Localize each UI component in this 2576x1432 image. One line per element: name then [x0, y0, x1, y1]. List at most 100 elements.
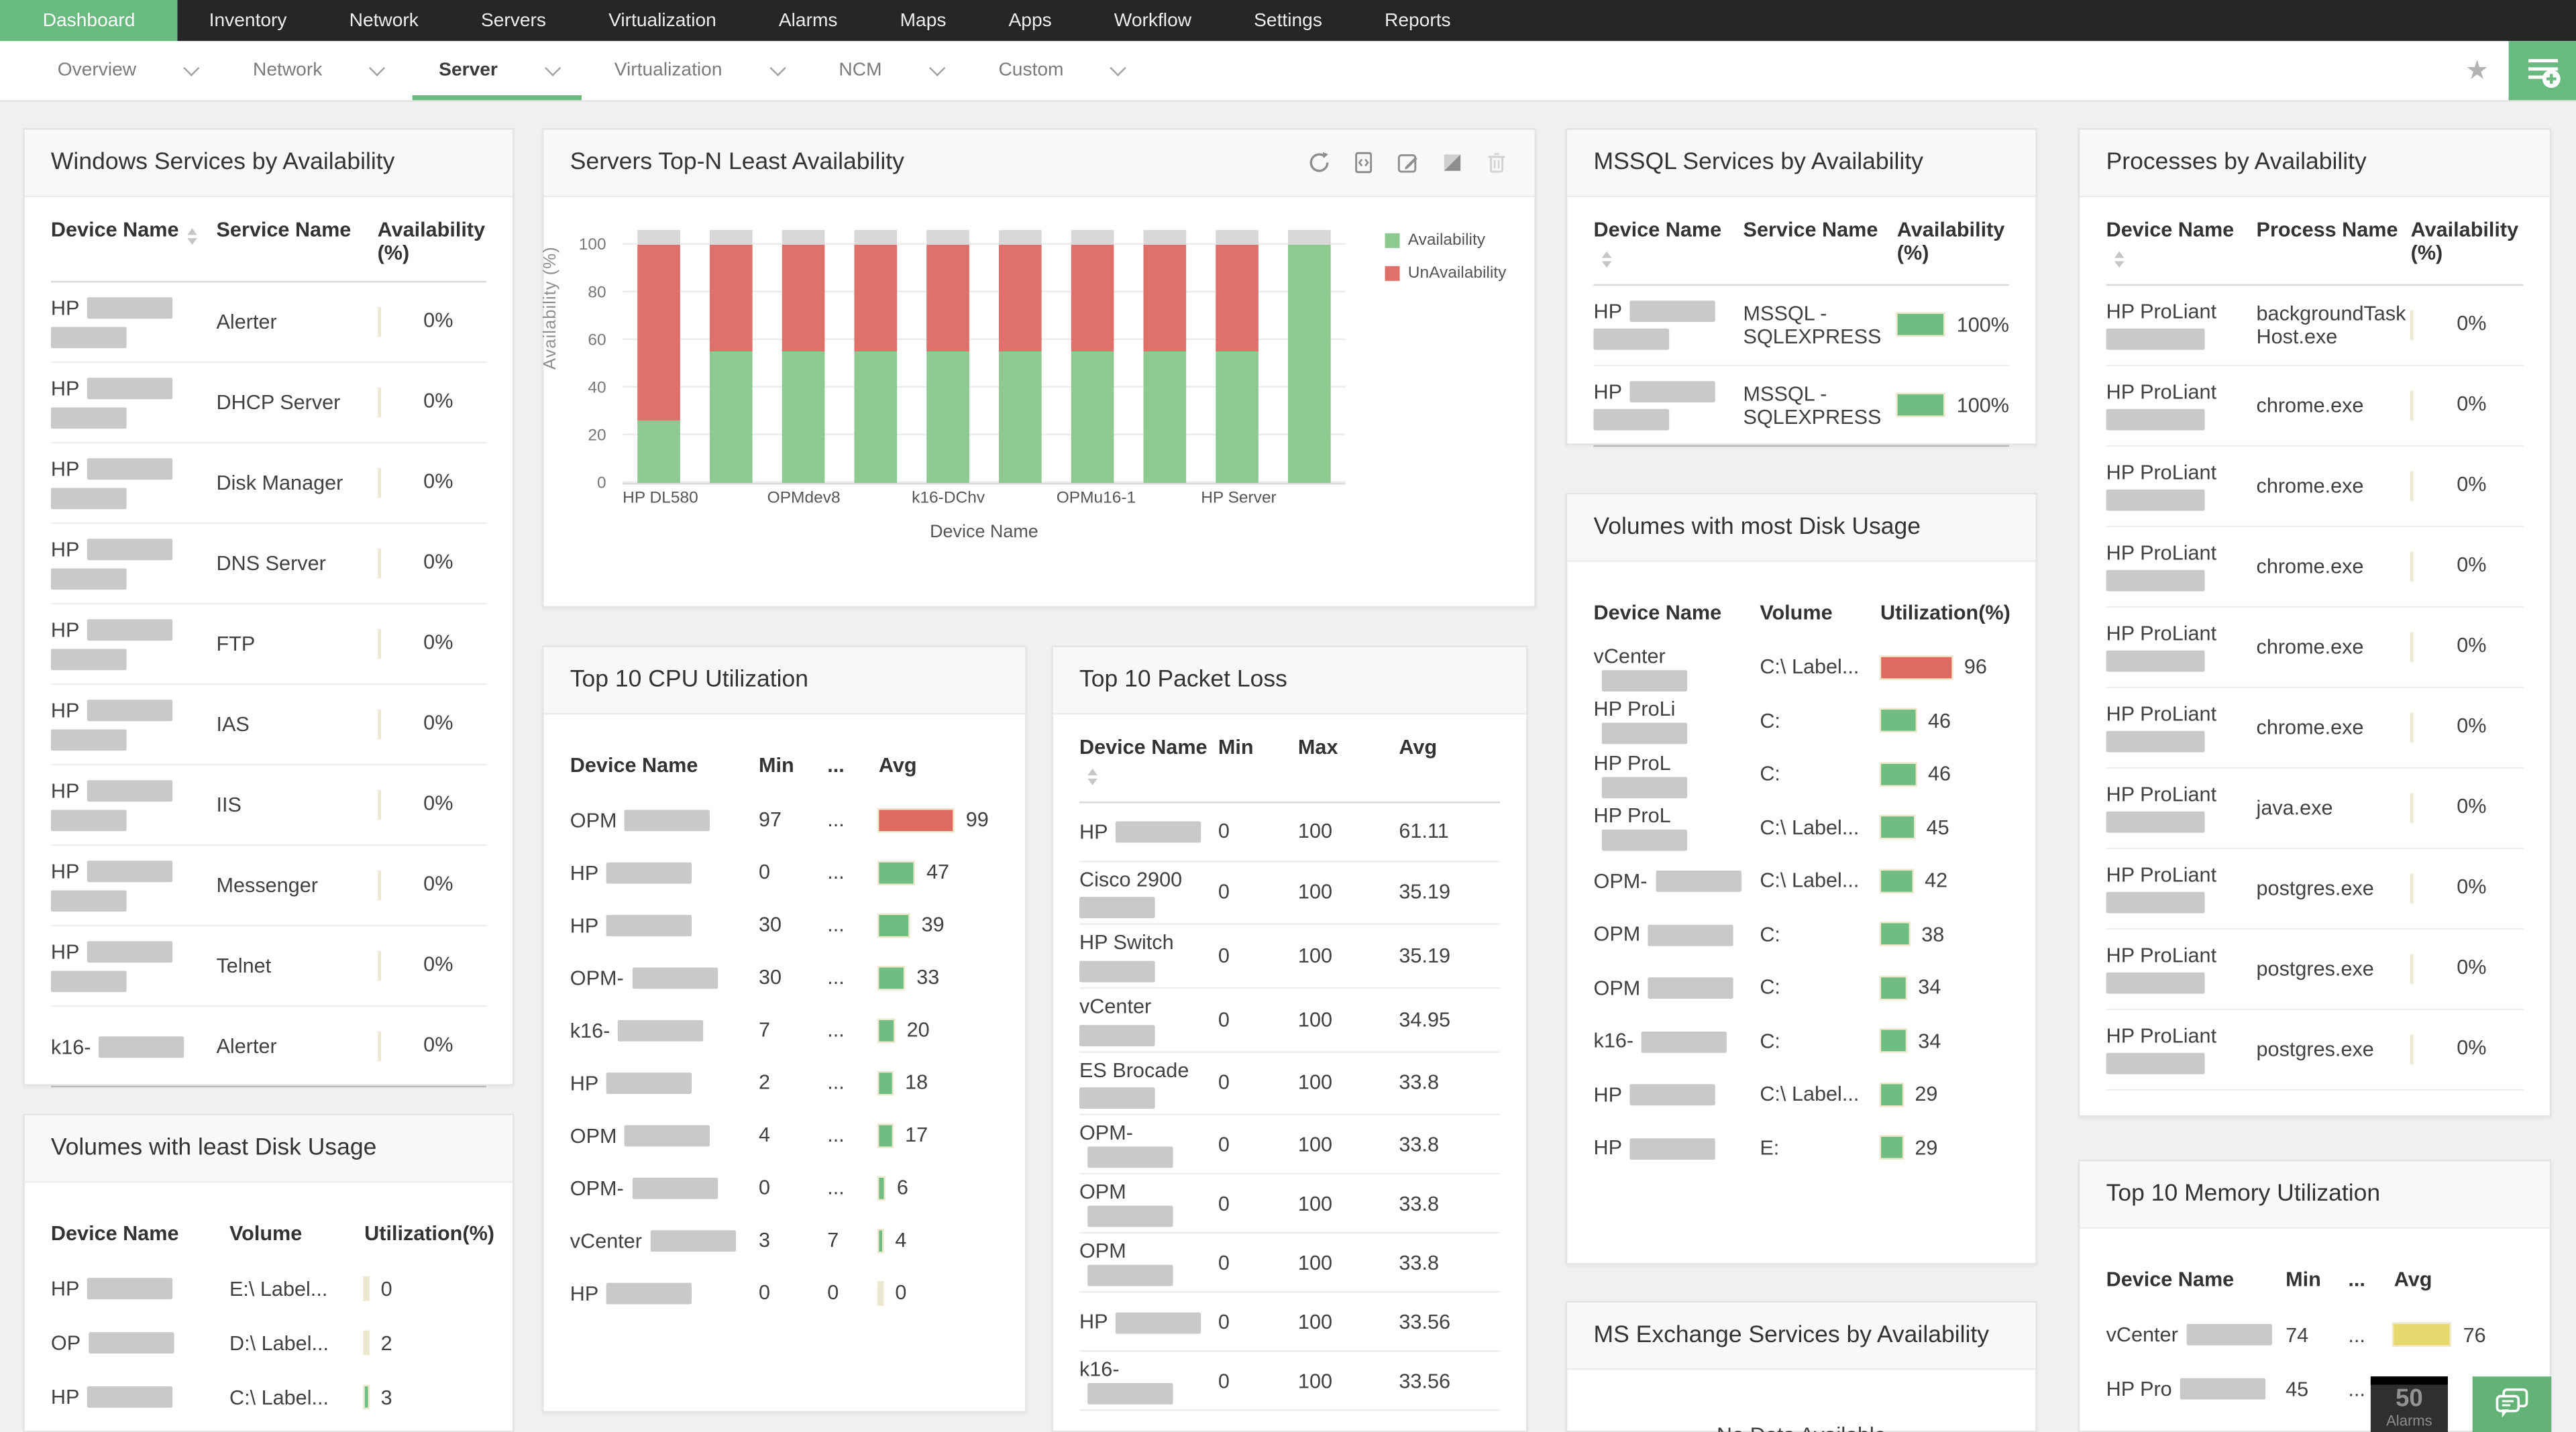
table-row[interactable]: HP Pro 45... [2106, 1362, 2524, 1416]
contrast-view-icon[interactable] [1441, 151, 1464, 174]
table-row[interactable]: HP ProLiant java.exe 0% [2106, 768, 2524, 848]
table-row[interactable]: HP 2... 18 [570, 1056, 999, 1109]
table-row[interactable]: HP Switch 0 100 35.19 [1079, 925, 1500, 989]
chevron-down-icon[interactable] [928, 60, 945, 76]
table-row[interactable]: k16- 7... 20 [570, 1003, 999, 1056]
table-row[interactable]: OP D:\ Label... 2 [51, 1316, 486, 1370]
table-row[interactable]: vCenter 3 7 4 [570, 1214, 999, 1266]
table-row[interactable]: HP C:\ Label... 29 [1594, 1068, 2010, 1121]
table-row[interactable]: HP 0 0 0 [570, 1266, 999, 1319]
table-row[interactable]: HP C:\ Label... 3 [51, 1370, 486, 1424]
table-row[interactable]: OPM- C:\ Label... 42 [1594, 854, 2010, 907]
chart-bar-opmdev8[interactable] [767, 230, 840, 484]
table-row[interactable]: OPM 0 100 33.8 [1079, 1175, 1500, 1234]
table-row[interactable]: HP ProLiant chrome.exe 0% [2106, 366, 2524, 446]
edit-widget-icon[interactable] [1397, 151, 1419, 174]
table-row[interactable]: HP 0... 47 [570, 846, 999, 898]
chart-bar-bar-6[interactable] [984, 230, 1057, 484]
chevron-down-icon[interactable] [183, 60, 200, 76]
table-row[interactable]: HP Telnet 0% [50, 926, 486, 1007]
column-header-device-name[interactable]: Device Name [1079, 736, 1218, 785]
add-widget-button[interactable] [2508, 41, 2576, 101]
nav-item-maps[interactable]: Maps [869, 0, 977, 41]
tab-network[interactable]: Network [223, 41, 409, 100]
table-row[interactable]: k16- C: 34 [1594, 1014, 2010, 1068]
table-row[interactable]: HP Messenger 0% [50, 846, 486, 927]
favorite-star-icon[interactable]: ★ [2446, 41, 2509, 100]
nav-item-servers[interactable]: Servers [449, 0, 577, 41]
chevron-down-icon[interactable] [1110, 60, 1127, 76]
table-row[interactable]: HP ProLiant chrome.exe 0% [2106, 687, 2524, 768]
chart-bar-hp-server[interactable] [1201, 230, 1273, 484]
nav-item-alarms[interactable]: Alarms [747, 0, 869, 41]
table-row[interactable]: k16- Alerter 0% [50, 1007, 486, 1088]
table-row[interactable]: vCenter 0 100 34.95 [1079, 989, 1500, 1052]
nav-item-apps[interactable]: Apps [977, 0, 1083, 41]
table-row[interactable]: HP ProL C:\ Label... 45 [1594, 801, 2010, 855]
table-row[interactable]: HP 30... 39 [570, 899, 999, 951]
table-row[interactable]: HP Alerter 0% [50, 282, 486, 364]
table-row[interactable]: HP MSSQL - SQLEXPRESS 100% [1593, 285, 2010, 366]
sort-icon[interactable] [1601, 251, 1612, 267]
tab-virtualization[interactable]: Virtualization [585, 41, 810, 100]
chart-bar-opmu16-1[interactable] [1057, 230, 1129, 484]
table-row[interactable]: HP DNS Server 0% [50, 524, 486, 605]
delete-widget-icon[interactable] [1485, 151, 1508, 174]
chart-bar-bar-8[interactable] [1128, 230, 1201, 484]
table-row[interactable]: HP IIS 0% [50, 765, 486, 846]
chart-bar-bar-2[interactable] [695, 230, 767, 484]
tab-overview[interactable]: Overview [28, 41, 223, 100]
export-report-icon[interactable] [1352, 151, 1375, 174]
chart-bar-hp-dl580[interactable] [623, 230, 695, 484]
table-row[interactable]: OPM- 0 100 33.8 [1079, 1116, 1500, 1175]
table-row[interactable]: Cisco 2900 0 100 35.19 [1079, 861, 1500, 926]
table-row[interactable]: OPM- 30... 33 [570, 951, 999, 1003]
table-row[interactable]: OPM C: 38 [1594, 907, 2010, 961]
table-row[interactable]: ES Brocade 0 100 33.8 [1079, 1052, 1500, 1116]
table-row[interactable]: HP ProLiant chrome.exe 0% [2106, 446, 2524, 527]
table-row[interactable]: HP DHCP Server 0% [50, 363, 486, 444]
table-row[interactable]: HP 0 100 61.11 [1079, 802, 1500, 862]
sort-icon[interactable] [186, 228, 197, 244]
table-row[interactable]: vCenter C:\ Label... 96 [1594, 641, 2010, 694]
table-row[interactable]: vCenter 74... 76 [2106, 1307, 2524, 1362]
table-row[interactable]: HP MSSQL - SQLEXPRESS 100% [1593, 366, 2010, 446]
table-row[interactable]: HP FTP 0% [50, 604, 486, 685]
nav-item-dashboard[interactable]: Dashboard [0, 0, 178, 42]
table-row[interactable]: OPM 0 100 33.8 [1079, 1234, 1500, 1294]
alarms-badge[interactable]: 50 Alarms [2370, 1376, 2448, 1432]
tab-ncm[interactable]: NCM [809, 41, 969, 100]
column-header-device-name[interactable]: Device Name [2106, 219, 2257, 267]
column-header-device-name[interactable]: Device Name [51, 219, 217, 265]
tab-custom[interactable]: Custom [969, 41, 1150, 100]
chevron-down-icon[interactable] [369, 60, 386, 76]
nav-item-reports[interactable]: Reports [1353, 0, 1482, 41]
table-row[interactable]: HP IAS 0% [50, 685, 486, 766]
chart-bar-bar-4[interactable] [839, 230, 912, 484]
chevron-down-icon[interactable] [769, 60, 786, 76]
table-row[interactable]: HP ProLiant chrome.exe 0% [2106, 607, 2524, 687]
chart-bar-k16-dchv[interactable] [912, 230, 984, 484]
sort-icon[interactable] [1087, 769, 1097, 785]
table-row[interactable]: HP ProLiant postgres.exe 0% [2106, 848, 2524, 929]
refresh-icon[interactable] [1307, 151, 1330, 174]
table-row[interactable]: HP E: 29 [1594, 1121, 2010, 1174]
table-row[interactable]: HP ProL C: 46 [1594, 747, 2010, 801]
table-row[interactable]: HP ProLiant chrome.exe 0% [2106, 527, 2524, 607]
nav-item-settings[interactable]: Settings [1223, 0, 1354, 41]
chevron-down-icon[interactable] [544, 60, 561, 76]
table-row[interactable]: k16- 0 100 33.56 [1079, 1352, 1500, 1412]
table-row[interactable]: HP E:\ Label... 0 [51, 1262, 486, 1316]
table-row[interactable]: HP 0 100 33.56 [1079, 1293, 1500, 1353]
nav-item-virtualization[interactable]: Virtualization [578, 0, 748, 41]
tab-server[interactable]: Server [409, 41, 585, 101]
nav-item-workflow[interactable]: Workflow [1083, 0, 1222, 41]
table-row[interactable]: HP ProLiant postgres.exe 0% [2106, 1009, 2524, 1090]
table-row[interactable]: OPM 4... 17 [570, 1109, 999, 1161]
table-row[interactable]: HP ProLiant backgroundTask Host.exe 0% [2106, 285, 2524, 366]
table-row[interactable]: HP Disk Manager 0% [50, 443, 486, 525]
table-row[interactable]: OPM C: 34 [1594, 961, 2010, 1015]
table-row[interactable]: HP ProLi C: 46 [1594, 694, 2010, 748]
chart-bar-bar-10[interactable] [1273, 230, 1346, 484]
nav-item-network[interactable]: Network [318, 0, 449, 41]
